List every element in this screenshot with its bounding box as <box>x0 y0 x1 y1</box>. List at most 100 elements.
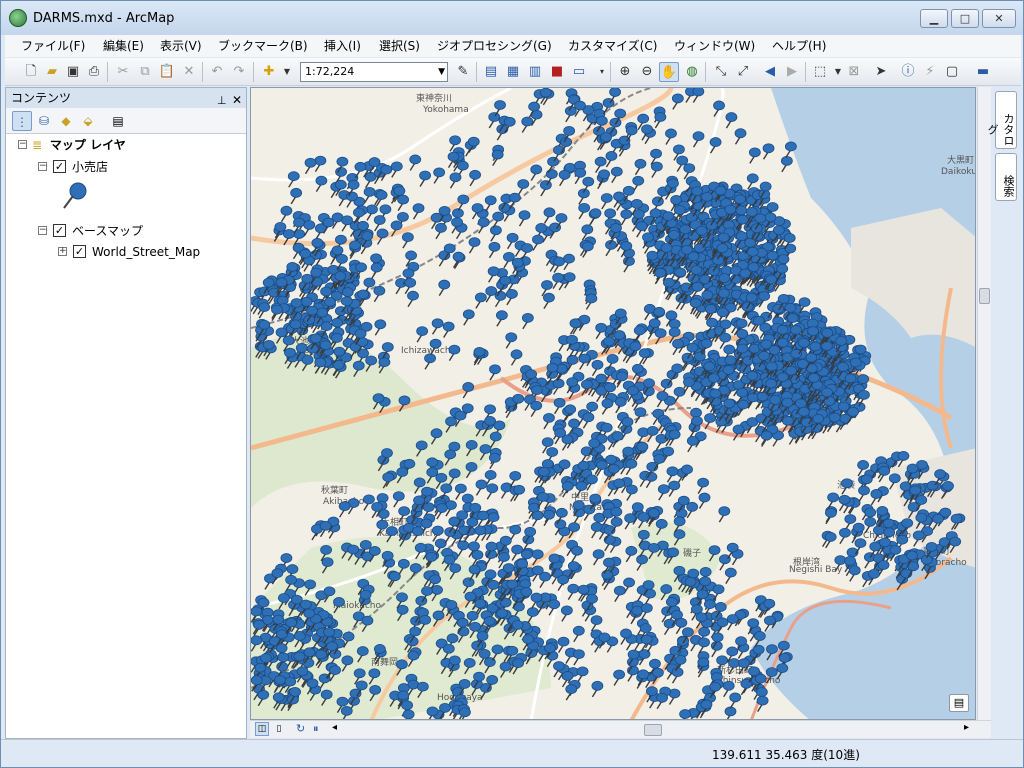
basemap-row[interactable]: World_Street_Map <box>92 243 200 261</box>
new-document-icon[interactable]: 🗋 <box>21 62 41 82</box>
toc-header: コンテンツ ⊥ ✕ <box>6 88 246 108</box>
close-icon[interactable]: ✕ <box>232 90 242 110</box>
toolbar-overflow-icon[interactable]: ▾ <box>592 62 612 82</box>
scroll-thumb[interactable] <box>979 288 990 304</box>
vertical-scrollbar[interactable] <box>977 87 991 720</box>
toolbar-separator <box>107 62 108 82</box>
undo-icon[interactable]: ↶ <box>207 62 227 82</box>
paste-icon[interactable]: 📋 <box>157 62 177 82</box>
copy-icon[interactable]: ⧉ <box>135 62 155 82</box>
fixed-zoom-in-icon[interactable]: ⤡ <box>711 62 731 82</box>
menu-geoprocessing[interactable]: ジオプロセシング(G) <box>435 37 554 55</box>
full-extent-globe-icon[interactable]: ◍ <box>682 62 702 82</box>
map-canvas[interactable]: Ichizawacho大池町Oikecho上相町Kamikashicho秋葉町A… <box>251 88 976 720</box>
identify-icon[interactable]: ⓘ <box>898 62 918 82</box>
chevron-down-icon[interactable]: ▼ <box>438 63 445 81</box>
list-by-visibility-icon[interactable]: ◆ <box>56 111 76 131</box>
layout-view-icon[interactable]: ▯ <box>272 722 286 736</box>
layer-row-retail[interactable]: 小売店 <box>72 158 108 176</box>
basemap-visibility-checkbox[interactable]: ✓ <box>73 245 86 258</box>
map-scale-dropdown[interactable]: 1:72,224 ▼ <box>300 62 448 82</box>
list-by-drawing-order-icon[interactable]: ⋮ <box>12 111 32 131</box>
title-bar: DARMS.mxd - ArcMap ▁ □ ✕ <box>1 1 1023 35</box>
redo-icon[interactable]: ↷ <box>229 62 249 82</box>
save-icon[interactable]: ▣ <box>63 62 83 82</box>
pushpin-symbol-icon <box>63 182 87 209</box>
map-label-akibacho: 秋葉町 <box>321 484 348 496</box>
map-label-daikokucho: 大黒町 <box>947 154 974 166</box>
toolbar-separator <box>476 62 477 82</box>
basemap-label: World_Street_Map <box>92 245 201 259</box>
arctoolbox-icon[interactable]: ■ <box>547 62 567 82</box>
collapse-icon[interactable]: − <box>18 140 27 149</box>
html-popup-icon[interactable]: ▢ <box>942 62 962 82</box>
delete-icon[interactable]: ✕ <box>179 62 199 82</box>
zoom-in-icon[interactable]: ⊕ <box>615 62 635 82</box>
map-display[interactable]: Ichizawacho大池町Oikecho上相町Kamikashicho秋葉町A… <box>250 87 976 720</box>
menu-insert[interactable]: 挿入(I) <box>322 37 363 55</box>
horizontal-scrollbar[interactable]: ◫ ▯ ↻ ⏸ ◂ ▸ <box>250 720 991 738</box>
data-view-icon[interactable]: ◫ <box>255 722 269 736</box>
python-window-icon[interactable]: ▭ <box>569 62 589 82</box>
hyperlink-icon[interactable]: ⚡ <box>920 62 940 82</box>
layer-tree: − ≣ マップ レイヤ − ✓ 小売店 − ✓ ベースマップ + ✓ World… <box>6 135 246 739</box>
data-frame-row[interactable]: ≣ マップ レイヤ <box>32 136 126 154</box>
side-dock: カタログ 検索 <box>986 87 1021 739</box>
close-button[interactable]: ✕ <box>982 9 1016 28</box>
expand-icon[interactable]: + <box>58 247 67 256</box>
fixed-zoom-out-icon[interactable]: ⤢ <box>733 62 753 82</box>
group-row-basemap[interactable]: ベースマップ <box>72 222 143 240</box>
select-elements-icon[interactable]: ➤ <box>871 62 891 82</box>
scroll-right-icon[interactable]: ▸ <box>964 722 969 733</box>
map-label-minamino: 南舞岡 <box>371 656 398 668</box>
collapse-icon[interactable]: − <box>38 226 47 235</box>
menu-customize[interactable]: カスタマイズ(C) <box>566 37 659 55</box>
layers-stack-icon: ≣ <box>32 138 43 152</box>
group-visibility-checkbox[interactable]: ✓ <box>53 224 66 237</box>
pan-hand-icon[interactable]: ✋ <box>659 62 679 82</box>
toolbar-separator <box>253 62 254 82</box>
cut-icon[interactable]: ✂ <box>113 62 133 82</box>
search-tab[interactable]: 検索 <box>995 153 1017 201</box>
standard-toolbar: 🗋 ▰ ▣ ⎙ ✂ ⧉ 📋 ✕ ↶ ↷ ✚ ▼ 1:72,224 ▼ ✎ ▤ ▦… <box>5 58 1021 86</box>
collapse-icon[interactable]: − <box>38 162 47 171</box>
zoom-out-icon[interactable]: ⊖ <box>637 62 657 82</box>
refresh-icon[interactable]: ↻ <box>296 722 305 735</box>
clear-selection-icon[interactable]: ⊠ <box>844 62 864 82</box>
scroll-left-icon[interactable]: ◂ <box>332 722 337 733</box>
menu-window[interactable]: ウィンドウ(W) <box>672 37 757 55</box>
toolbar-separator <box>805 62 806 82</box>
select-features-icon[interactable]: ⬚ <box>810 62 830 82</box>
scroll-thumb[interactable] <box>644 724 662 736</box>
add-data-icon[interactable]: ✚ <box>259 62 279 82</box>
menu-file[interactable]: ファイル(F) <box>19 37 87 55</box>
open-folder-icon[interactable]: ▰ <box>42 62 62 82</box>
arcmap-window: DARMS.mxd - ArcMap ▁ □ ✕ ファイル(F) 編集(E) 表… <box>0 0 1024 768</box>
menu-selection[interactable]: 選択(S) <box>377 37 422 55</box>
catalog-window-icon[interactable]: ▦ <box>503 62 523 82</box>
chevron-down-icon[interactable]: ▼ <box>277 62 297 82</box>
layer-visibility-checkbox[interactable]: ✓ <box>53 160 66 173</box>
editor-toolbar-icon[interactable]: ✎ <box>453 62 473 82</box>
search-window-icon[interactable]: ▥ <box>525 62 545 82</box>
minimize-button[interactable]: ▁ <box>920 9 948 28</box>
maximize-button[interactable]: □ <box>951 9 979 28</box>
list-by-source-icon[interactable]: ⛁ <box>34 111 54 131</box>
catalog-tab[interactable]: カタログ <box>986 91 1017 149</box>
menu-help[interactable]: ヘルプ(H) <box>770 37 828 55</box>
menu-bookmarks[interactable]: ブックマーク(B) <box>216 37 310 55</box>
back-extent-icon[interactable]: ◀ <box>760 62 780 82</box>
list-by-selection-icon[interactable]: ⬙ <box>78 111 98 131</box>
measure-icon[interactable]: ▬ <box>973 62 993 82</box>
pause-drawing-icon[interactable]: ⏸ <box>313 722 319 736</box>
forward-extent-icon[interactable]: ▶ <box>782 62 802 82</box>
table-of-contents-icon[interactable]: ▤ <box>481 62 501 82</box>
options-icon[interactable]: ▤ <box>108 111 128 131</box>
toolbar-separator <box>610 62 611 82</box>
table-of-contents-panel: コンテンツ ⊥ ✕ ⋮ ⛁ ◆ ⬙ ▤ − ≣ マップ レイヤ − ✓ 小売店 <box>5 87 247 739</box>
menu-edit[interactable]: 編集(E) <box>101 37 146 55</box>
overview-window-icon[interactable]: ▤ <box>949 694 969 712</box>
menu-view[interactable]: 表示(V) <box>158 37 204 55</box>
map-label-negishi-bay: Negishi Bay <box>789 565 843 575</box>
print-icon[interactable]: ⎙ <box>84 62 104 82</box>
